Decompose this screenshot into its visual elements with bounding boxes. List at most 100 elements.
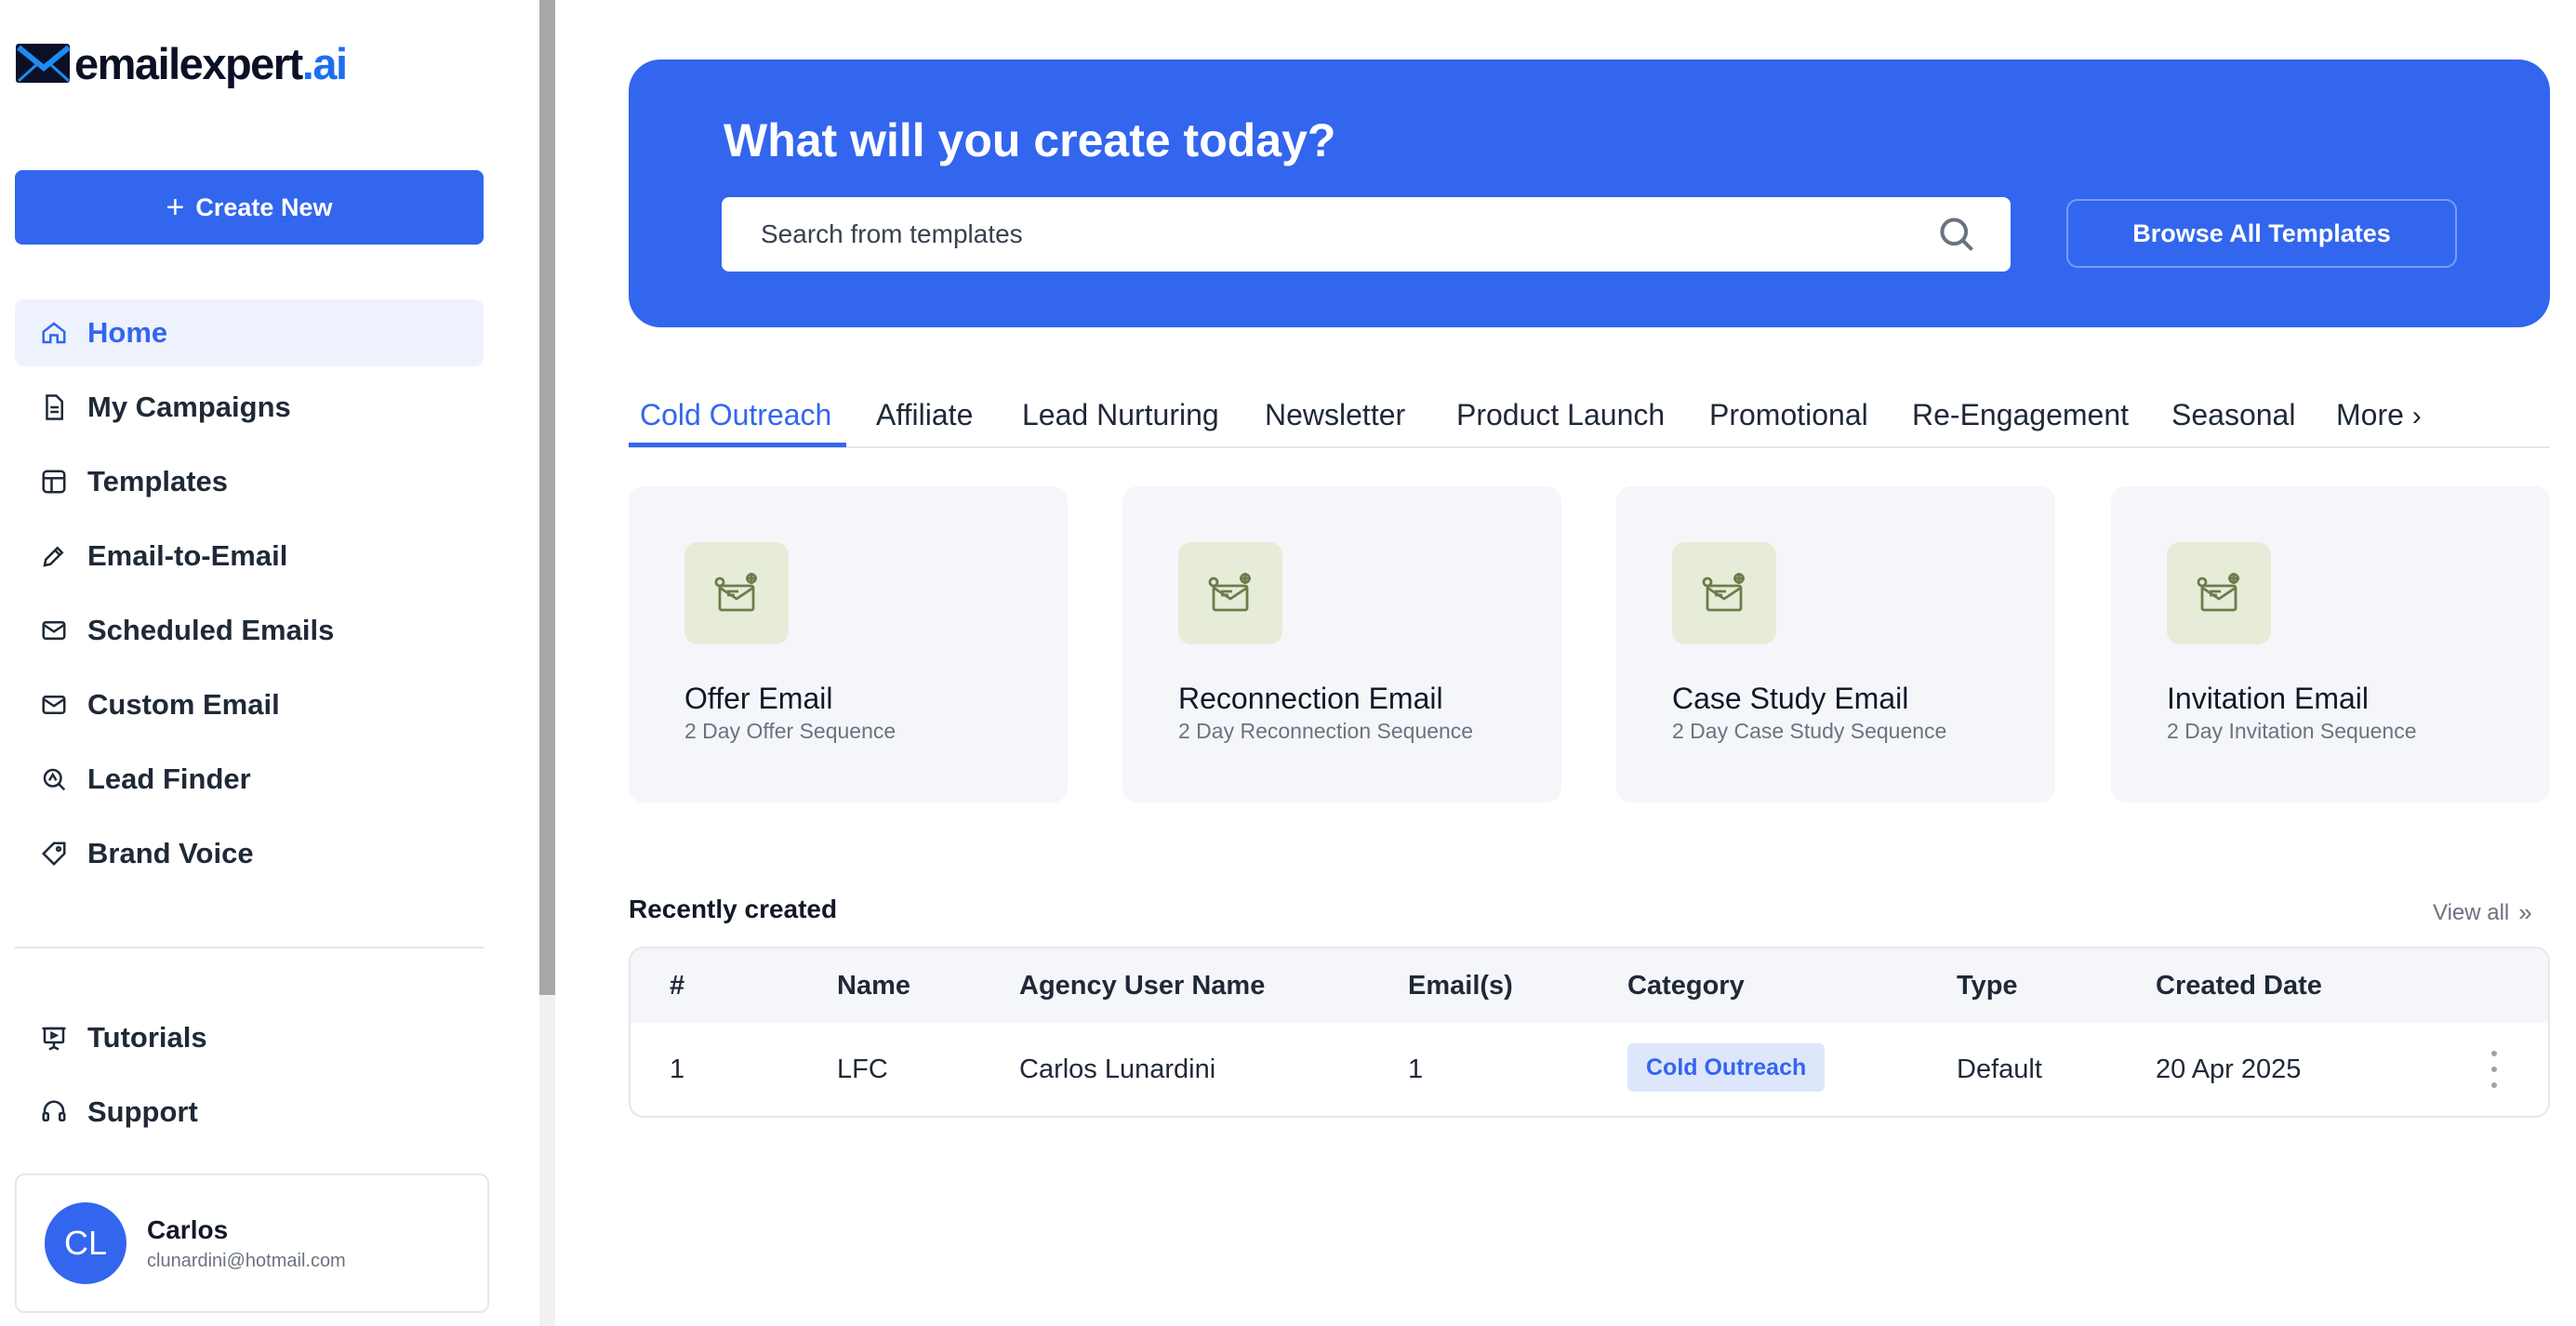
recently-created-heading: Recently created bbox=[629, 895, 838, 923]
tab-more-label: More bbox=[2336, 398, 2404, 431]
template-icon bbox=[39, 467, 69, 497]
sidebar-nav: Home My Campaigns Templates Email-to-Ema… bbox=[15, 299, 484, 895]
column-header: # bbox=[670, 971, 685, 1001]
table-header: # Name Agency User Name Email(s) Categor… bbox=[631, 948, 2548, 1023]
search-icon[interactable] bbox=[1936, 214, 1977, 255]
sidebar-item-label: Email-to-Email bbox=[87, 539, 288, 572]
tab-seasonal[interactable]: Seasonal bbox=[2171, 398, 2295, 432]
template-card-case-study[interactable]: Case Study Email 2 Day Case Study Sequen… bbox=[1616, 486, 2055, 802]
sidebar-item-custom-email[interactable]: Custom Email bbox=[15, 671, 484, 738]
sidebar: emailexpert.ai + Create New Home My Camp… bbox=[0, 0, 539, 1326]
envelope-logo-icon bbox=[16, 44, 71, 83]
presentation-icon bbox=[39, 1023, 69, 1053]
tab-affiliate[interactable]: Affiliate bbox=[876, 398, 973, 432]
tab-lead-nurturing[interactable]: Lead Nurturing bbox=[1022, 398, 1219, 432]
sidebar-item-email-to-email[interactable]: Email-to-Email bbox=[15, 523, 484, 590]
user-name: Carlos bbox=[147, 1214, 229, 1244]
tab-promotional[interactable]: Promotional bbox=[1709, 398, 1868, 432]
sidebar-scrollbar-thumb[interactable] bbox=[539, 0, 555, 995]
column-header: Name bbox=[837, 971, 910, 1001]
sidebar-item-label: Templates bbox=[87, 465, 229, 497]
sidebar-item-tutorials[interactable]: Tutorials bbox=[15, 1004, 484, 1071]
tab-re-engagement[interactable]: Re-Engagement bbox=[1912, 398, 2129, 432]
cell-agency-user: Carlos Lunardini bbox=[1019, 1054, 1216, 1084]
scheduled-mail-icon bbox=[39, 616, 69, 645]
sidebar-item-label: My Campaigns bbox=[87, 391, 291, 423]
column-header: Agency User Name bbox=[1019, 971, 1266, 1001]
card-subtitle: 2 Day Offer Sequence bbox=[684, 719, 896, 743]
headset-icon bbox=[39, 1097, 69, 1127]
email-template-icon bbox=[2167, 542, 2271, 644]
tab-newsletter[interactable]: Newsletter bbox=[1265, 398, 1405, 432]
cell-created-date: 20 Apr 2025 bbox=[2156, 1054, 2302, 1084]
column-header: Created Date bbox=[2156, 971, 2322, 1001]
sidebar-item-support[interactable]: Support bbox=[15, 1079, 484, 1146]
brand-logo[interactable]: emailexpert.ai bbox=[15, 37, 348, 89]
recent-table: # Name Agency User Name Email(s) Categor… bbox=[629, 947, 2550, 1118]
email-template-icon bbox=[684, 542, 789, 644]
view-all-label: View all bbox=[2433, 899, 2510, 925]
sidebar-item-label: Scheduled Emails bbox=[87, 614, 335, 646]
tab-product-launch[interactable]: Product Launch bbox=[1456, 398, 1665, 432]
row-menu-icon[interactable] bbox=[2487, 1051, 2502, 1088]
sidebar-divider bbox=[15, 947, 484, 948]
sidebar-item-scheduled-emails[interactable]: Scheduled Emails bbox=[15, 597, 484, 664]
card-subtitle: 2 Day Reconnection Sequence bbox=[1178, 719, 1474, 743]
card-title: Offer Email bbox=[684, 682, 833, 715]
sidebar-item-label: Lead Finder bbox=[87, 762, 251, 795]
hero-banner: What will you create today? Search from … bbox=[629, 60, 2550, 327]
plus-icon: + bbox=[166, 189, 185, 225]
create-new-label: Create New bbox=[195, 192, 333, 221]
user-email: clunardini@hotmail.com bbox=[147, 1250, 346, 1271]
card-subtitle: 2 Day Case Study Sequence bbox=[1672, 719, 1947, 743]
lead-search-icon bbox=[39, 764, 69, 794]
mail-icon bbox=[39, 690, 69, 720]
sidebar-item-label: Brand Voice bbox=[87, 837, 254, 869]
sidebar-secondary-nav: Tutorials Support bbox=[15, 1004, 484, 1153]
sidebar-item-label: Home bbox=[87, 316, 168, 349]
sidebar-item-label: Tutorials bbox=[87, 1021, 207, 1054]
template-card-invitation[interactable]: Invitation Email 2 Day Invitation Sequen… bbox=[2111, 486, 2550, 802]
tab-cold-outreach[interactable]: Cold Outreach bbox=[640, 398, 831, 432]
sidebar-item-label: Custom Email bbox=[87, 688, 280, 721]
chevron-right-icon: › bbox=[2411, 401, 2422, 431]
email-template-icon bbox=[1178, 542, 1282, 644]
template-card-reconnection[interactable]: Reconnection Email 2 Day Reconnection Se… bbox=[1122, 486, 1561, 802]
category-tabs: Cold Outreach Affiliate Lead Nurturing N… bbox=[629, 391, 2550, 448]
avatar: CL bbox=[45, 1202, 126, 1284]
sidebar-item-home[interactable]: Home bbox=[15, 299, 484, 366]
cell-emails: 1 bbox=[1408, 1054, 1424, 1084]
sidebar-item-templates[interactable]: Templates bbox=[15, 448, 484, 515]
template-search-input[interactable]: Search from templates bbox=[722, 197, 2011, 272]
home-icon bbox=[39, 318, 69, 348]
email-template-icon bbox=[1672, 542, 1776, 644]
search-placeholder: Search from templates bbox=[761, 219, 1023, 248]
user-profile-card[interactable]: CL Carlos clunardini@hotmail.com bbox=[15, 1174, 489, 1313]
cell-name: LFC bbox=[837, 1054, 888, 1084]
view-all-link[interactable]: View all » bbox=[2433, 898, 2532, 927]
hero-title: What will you create today? bbox=[724, 114, 1336, 166]
sidebar-item-label: Support bbox=[87, 1095, 198, 1128]
table-row[interactable]: 1 LFC Carlos Lunardini 1 Cold Outreach D… bbox=[631, 1023, 2548, 1116]
tab-more[interactable]: More › bbox=[2336, 398, 2422, 432]
browse-all-templates-button[interactable]: Browse All Templates bbox=[2066, 199, 2457, 268]
cell-type: Default bbox=[1957, 1054, 2042, 1084]
active-tab-indicator bbox=[629, 443, 846, 447]
template-card-offer[interactable]: Offer Email 2 Day Offer Sequence bbox=[629, 486, 1068, 802]
sidebar-item-brand-voice[interactable]: Brand Voice bbox=[15, 820, 484, 887]
create-new-button[interactable]: + Create New bbox=[15, 170, 484, 245]
card-title: Reconnection Email bbox=[1178, 682, 1443, 715]
card-subtitle: 2 Day Invitation Sequence bbox=[2167, 719, 2417, 743]
cell-number: 1 bbox=[670, 1054, 685, 1084]
card-title: Invitation Email bbox=[2167, 682, 2369, 715]
column-header: Category bbox=[1627, 971, 1745, 1001]
category-badge: Cold Outreach bbox=[1627, 1043, 1826, 1092]
sidebar-item-lead-finder[interactable]: Lead Finder bbox=[15, 746, 484, 813]
brand-name: emailexpert.ai bbox=[74, 38, 348, 88]
document-icon bbox=[39, 392, 69, 422]
tag-icon bbox=[39, 839, 69, 869]
column-header: Type bbox=[1957, 971, 2018, 1001]
sidebar-item-my-campaigns[interactable]: My Campaigns bbox=[15, 374, 484, 441]
double-chevron-right-icon: » bbox=[2518, 898, 2532, 926]
pen-icon bbox=[39, 541, 69, 571]
